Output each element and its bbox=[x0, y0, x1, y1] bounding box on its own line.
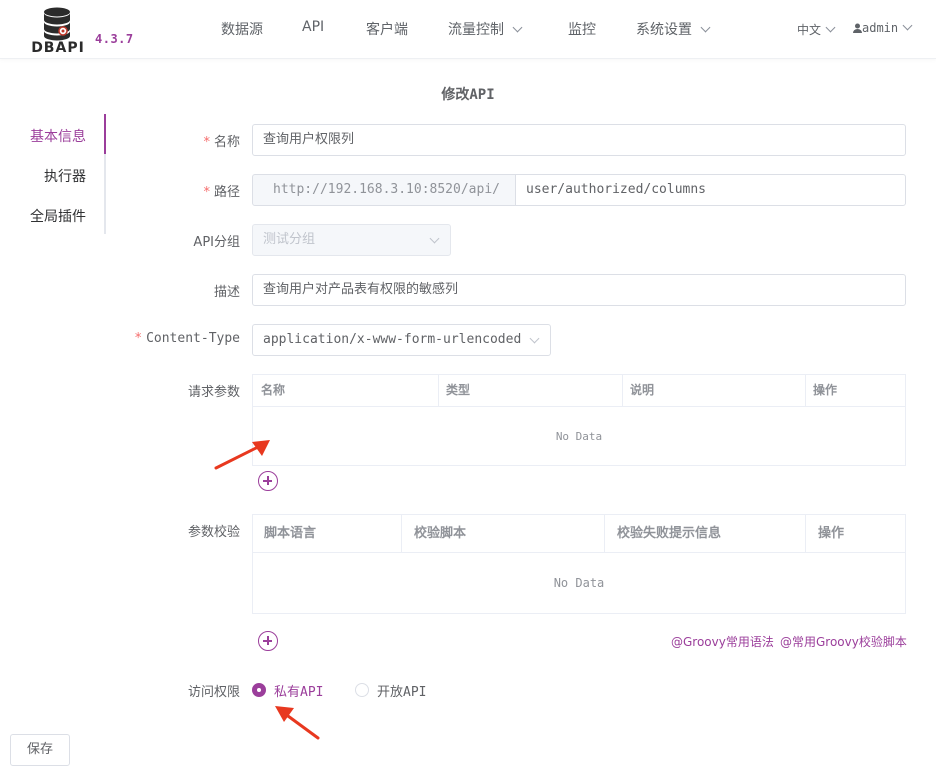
public-api-radio[interactable] bbox=[355, 683, 369, 697]
annotation-arrow-icon bbox=[275, 706, 320, 740]
validation-col-error-msg: 校验失败提示信息 bbox=[617, 526, 722, 541]
access-label: 访问权限 bbox=[187, 685, 240, 700]
group-select-value: 测试分组 bbox=[263, 232, 316, 247]
nav-item-client[interactable]: 客户端 bbox=[366, 19, 408, 39]
name-label: * 名称 bbox=[203, 135, 240, 150]
nav-item-datasource[interactable]: 数据源 bbox=[221, 19, 263, 39]
path-input[interactable]: user/authorized/columns bbox=[515, 174, 906, 206]
chevron-down-icon bbox=[825, 22, 836, 33]
validation-table: 脚本语言 校验脚本 校验失败提示信息 操作 No Data bbox=[252, 514, 906, 614]
username: admin bbox=[862, 21, 899, 35]
top-header: DBAPI 4.3.7 数据源 API 客户端 流量控制 监控 系统设置 中文 … bbox=[0, 0, 936, 59]
nav-item-system-settings-label: 系统设置 bbox=[636, 22, 692, 38]
path-prefix: http://192.168.3.10:8520/api/ bbox=[252, 174, 516, 206]
params-empty-text: No Data bbox=[555, 430, 603, 443]
tab-basic-info[interactable]: 基本信息 bbox=[30, 126, 86, 146]
chevron-down-icon bbox=[902, 20, 913, 31]
validation-col-script: 校验脚本 bbox=[414, 526, 467, 541]
params-col-type: 类型 bbox=[446, 383, 471, 397]
chevron-down-icon bbox=[529, 333, 540, 344]
nav-item-traffic-control-label: 流量控制 bbox=[448, 22, 504, 38]
content-type-value: application/x-www-form-urlencoded bbox=[263, 332, 522, 347]
tab-executor[interactable]: 执行器 bbox=[44, 166, 86, 186]
chevron-down-icon bbox=[512, 22, 523, 33]
nav-item-traffic-control[interactable]: 流量控制 bbox=[448, 19, 523, 39]
desc-label: 描述 bbox=[213, 285, 240, 300]
column-divider bbox=[805, 515, 806, 552]
active-tab-indicator bbox=[104, 114, 106, 154]
validation-col-action: 操作 bbox=[818, 526, 845, 541]
user-menu[interactable]: admin bbox=[853, 20, 913, 35]
dbapi-logo[interactable]: DBAPI bbox=[28, 4, 88, 56]
add-param-button[interactable] bbox=[258, 471, 278, 491]
language-switcher[interactable]: 中文 bbox=[797, 21, 836, 38]
desc-input[interactable]: 查询用户对产品表有权限的敏感列 bbox=[252, 274, 906, 306]
validation-table-header: 脚本语言 校验脚本 校验失败提示信息 操作 bbox=[253, 515, 905, 553]
nav-item-api[interactable]: API bbox=[302, 19, 324, 35]
column-divider bbox=[604, 515, 605, 552]
content-type-select[interactable]: application/x-www-form-urlencoded bbox=[252, 324, 551, 356]
public-api-label[interactable]: 开放API bbox=[377, 681, 426, 700]
column-divider bbox=[401, 515, 402, 552]
params-col-name: 名称 bbox=[261, 383, 286, 397]
path-label: * 路径 bbox=[203, 185, 240, 200]
validation-col-language: 脚本语言 bbox=[264, 526, 317, 541]
group-label: API分组 bbox=[193, 235, 240, 250]
content-type-label: * Content-Type bbox=[134, 331, 240, 346]
user-icon bbox=[853, 23, 862, 33]
chevron-down-icon bbox=[700, 22, 711, 33]
groovy-syntax-link[interactable]: @Groovy常用语法 bbox=[671, 633, 774, 650]
nav-item-system-settings[interactable]: 系统设置 bbox=[636, 19, 711, 39]
nav-item-monitor[interactable]: 监控 bbox=[568, 19, 596, 39]
save-button[interactable]: 保存 bbox=[10, 734, 70, 766]
logo-text: DBAPI bbox=[31, 40, 85, 56]
chevron-down-icon bbox=[429, 233, 440, 244]
params-label: 请求参数 bbox=[187, 385, 240, 400]
annotation-arrow-icon bbox=[214, 440, 270, 470]
groovy-scripts-link[interactable]: @常用Groovy校验脚本 bbox=[780, 633, 907, 650]
page-title: 修改API bbox=[441, 87, 495, 103]
params-table-header: 名称 类型 说明 操作 bbox=[253, 375, 905, 407]
private-api-radio[interactable] bbox=[252, 683, 266, 697]
language-label: 中文 bbox=[797, 23, 822, 37]
side-tabs: 基本信息 执行器 全局插件 bbox=[20, 114, 106, 234]
tab-global-plugins[interactable]: 全局插件 bbox=[30, 206, 86, 226]
version-label: 4.3.7 bbox=[95, 32, 134, 46]
private-api-label[interactable]: 私有API bbox=[274, 681, 323, 700]
params-col-action: 操作 bbox=[813, 383, 838, 397]
params-table: 名称 类型 说明 操作 No Data bbox=[252, 374, 906, 466]
group-select[interactable]: 测试分组 bbox=[252, 224, 451, 256]
name-input[interactable]: 查询用户权限列 bbox=[252, 124, 906, 156]
validation-label: 参数校验 bbox=[187, 525, 240, 540]
params-col-desc: 说明 bbox=[630, 383, 655, 397]
add-validation-button[interactable] bbox=[258, 631, 278, 651]
validation-empty-text: No Data bbox=[553, 576, 605, 590]
